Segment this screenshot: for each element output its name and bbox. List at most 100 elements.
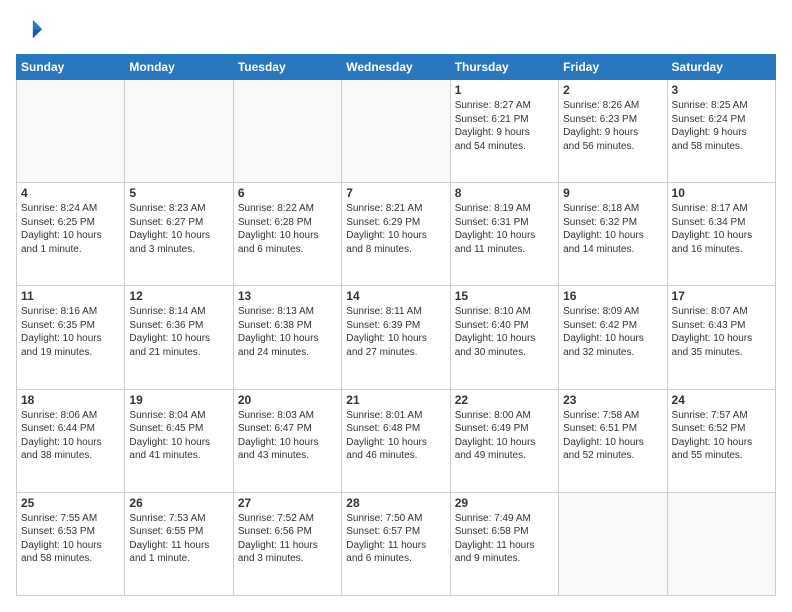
week-row-1: 4 Sunrise: 8:24 AM Sunset: 6:25 PM Daylig… — [17, 183, 776, 286]
day-cell: 2Sunrise: 8:26 AM Sunset: 6:23 PM Daylig… — [559, 80, 667, 183]
day-info: Sunrise: 8:19 AM Sunset: 6:31 PM Dayligh… — [455, 202, 554, 256]
day-info: Sunrise: 8:22 AM Sunset: 6:28 PM Dayligh… — [238, 202, 337, 256]
day-cell: 26 Sunrise: 7:53 AM Sunset: 6:55 PM Dayli… — [125, 492, 233, 595]
day-number: 23 — [563, 393, 662, 407]
day-cell — [559, 492, 667, 595]
day-cell: 12 Sunrise: 8:14 AM Sunset: 6:36 PM Dayli… — [125, 286, 233, 389]
day-cell: 21 Sunrise: 8:01 AM Sunset: 6:48 PM Dayli… — [342, 389, 450, 492]
day-cell: 15 Sunrise: 8:10 AM Sunset: 6:40 PM Dayli… — [450, 286, 558, 389]
day-number: 20 — [238, 393, 337, 407]
day-number: 24 — [672, 393, 771, 407]
day-info: Sunrise: 8:24 AM Sunset: 6:25 PM Dayligh… — [21, 202, 120, 256]
day-number: 27 — [238, 496, 337, 510]
day-cell — [342, 80, 450, 183]
calendar-table: SundayMondayTuesdayWednesdayThursdayFrid… — [16, 54, 776, 596]
day-info: Sunrise: 8:11 AM Sunset: 6:39 PM Dayligh… — [346, 305, 445, 359]
day-cell: 13 Sunrise: 8:13 AM Sunset: 6:38 PM Dayli… — [233, 286, 341, 389]
day-cell: 16 Sunrise: 8:09 AM Sunset: 6:42 PM Dayli… — [559, 286, 667, 389]
day-cell: 18Sunrise: 8:06 AM Sunset: 6:44 PM Dayli… — [17, 389, 125, 492]
day-cell: 19 Sunrise: 8:04 AM Sunset: 6:45 PM Dayli… — [125, 389, 233, 492]
day-info: Sunrise: 7:49 AM Sunset: 6:58 PM Dayligh… — [455, 512, 554, 566]
day-info: Sunrise: 8:14 AM Sunset: 6:36 PM Dayligh… — [129, 305, 228, 359]
day-header-thursday: Thursday — [450, 55, 558, 80]
week-row-0: 1 Sunrise: 8:27 AM Sunset: 6:21 PM Daylig… — [17, 80, 776, 183]
week-row-2: 11Sunrise: 8:16 AM Sunset: 6:35 PM Dayli… — [17, 286, 776, 389]
day-number: 21 — [346, 393, 445, 407]
day-cell: 24 Sunrise: 7:57 AM Sunset: 6:52 PM Dayli… — [667, 389, 775, 492]
header-row: SundayMondayTuesdayWednesdayThursdayFrid… — [17, 55, 776, 80]
day-info: Sunrise: 7:57 AM Sunset: 6:52 PM Dayligh… — [672, 409, 771, 463]
day-number: 16 — [563, 289, 662, 303]
logo — [16, 16, 48, 44]
day-cell: 8 Sunrise: 8:19 AM Sunset: 6:31 PM Daylig… — [450, 183, 558, 286]
day-cell: 14 Sunrise: 8:11 AM Sunset: 6:39 PM Dayli… — [342, 286, 450, 389]
day-info: Sunrise: 8:27 AM Sunset: 6:21 PM Dayligh… — [455, 99, 554, 153]
calendar-header: SundayMondayTuesdayWednesdayThursdayFrid… — [17, 55, 776, 80]
day-cell: 23 Sunrise: 7:58 AM Sunset: 6:51 PM Dayli… — [559, 389, 667, 492]
day-cell: 3Sunrise: 8:25 AM Sunset: 6:24 PM Daylig… — [667, 80, 775, 183]
day-info: Sunrise: 7:52 AM Sunset: 6:56 PM Dayligh… — [238, 512, 337, 566]
week-row-4: 25 Sunrise: 7:55 AM Sunset: 6:53 PM Dayli… — [17, 492, 776, 595]
day-header-tuesday: Tuesday — [233, 55, 341, 80]
day-info: Sunrise: 8:07 AM Sunset: 6:43 PM Dayligh… — [672, 305, 771, 359]
day-cell: 22Sunrise: 8:00 AM Sunset: 6:49 PM Dayli… — [450, 389, 558, 492]
day-number: 12 — [129, 289, 228, 303]
day-cell: 17 Sunrise: 8:07 AM Sunset: 6:43 PM Dayli… — [667, 286, 775, 389]
day-number: 9 — [563, 186, 662, 200]
day-header-saturday: Saturday — [667, 55, 775, 80]
day-cell: 11Sunrise: 8:16 AM Sunset: 6:35 PM Dayli… — [17, 286, 125, 389]
day-cell — [125, 80, 233, 183]
day-number: 1 — [455, 83, 554, 97]
day-header-sunday: Sunday — [17, 55, 125, 80]
day-info: Sunrise: 8:09 AM Sunset: 6:42 PM Dayligh… — [563, 305, 662, 359]
day-cell: 25 Sunrise: 7:55 AM Sunset: 6:53 PM Dayli… — [17, 492, 125, 595]
calendar-body: 1 Sunrise: 8:27 AM Sunset: 6:21 PM Daylig… — [17, 80, 776, 596]
day-info: Sunrise: 7:53 AM Sunset: 6:55 PM Dayligh… — [129, 512, 228, 566]
day-info: Sunrise: 8:00 AM Sunset: 6:49 PM Dayligh… — [455, 409, 554, 463]
day-cell: 1 Sunrise: 8:27 AM Sunset: 6:21 PM Daylig… — [450, 80, 558, 183]
page: SundayMondayTuesdayWednesdayThursdayFrid… — [0, 0, 792, 612]
day-info: Sunrise: 7:58 AM Sunset: 6:51 PM Dayligh… — [563, 409, 662, 463]
day-header-friday: Friday — [559, 55, 667, 80]
day-cell — [233, 80, 341, 183]
day-number: 25 — [21, 496, 120, 510]
day-number: 3 — [672, 83, 771, 97]
day-info: Sunrise: 8:01 AM Sunset: 6:48 PM Dayligh… — [346, 409, 445, 463]
day-number: 4 — [21, 186, 120, 200]
day-info: Sunrise: 8:10 AM Sunset: 6:40 PM Dayligh… — [455, 305, 554, 359]
day-number: 19 — [129, 393, 228, 407]
day-info: Sunrise: 8:06 AM Sunset: 6:44 PM Dayligh… — [21, 409, 120, 463]
day-number: 28 — [346, 496, 445, 510]
day-number: 14 — [346, 289, 445, 303]
day-number: 7 — [346, 186, 445, 200]
day-info: Sunrise: 8:03 AM Sunset: 6:47 PM Dayligh… — [238, 409, 337, 463]
day-cell: 9 Sunrise: 8:18 AM Sunset: 6:32 PM Daylig… — [559, 183, 667, 286]
day-cell: 27 Sunrise: 7:52 AM Sunset: 6:56 PM Dayli… — [233, 492, 341, 595]
day-number: 26 — [129, 496, 228, 510]
logo-icon — [16, 16, 44, 44]
day-cell: 28 Sunrise: 7:50 AM Sunset: 6:57 PM Dayli… — [342, 492, 450, 595]
day-cell: 20 Sunrise: 8:03 AM Sunset: 6:47 PM Dayli… — [233, 389, 341, 492]
day-number: 2 — [563, 83, 662, 97]
day-info: Sunrise: 7:50 AM Sunset: 6:57 PM Dayligh… — [346, 512, 445, 566]
day-number: 11 — [21, 289, 120, 303]
day-info: Sunrise: 7:55 AM Sunset: 6:53 PM Dayligh… — [21, 512, 120, 566]
day-number: 15 — [455, 289, 554, 303]
day-info: Sunrise: 8:13 AM Sunset: 6:38 PM Dayligh… — [238, 305, 337, 359]
day-info: Sunrise: 8:18 AM Sunset: 6:32 PM Dayligh… — [563, 202, 662, 256]
day-info: Sunrise: 8:21 AM Sunset: 6:29 PM Dayligh… — [346, 202, 445, 256]
day-cell: 5Sunrise: 8:23 AM Sunset: 6:27 PM Daylig… — [125, 183, 233, 286]
day-cell: 29 Sunrise: 7:49 AM Sunset: 6:58 PM Dayli… — [450, 492, 558, 595]
day-number: 8 — [455, 186, 554, 200]
day-number: 13 — [238, 289, 337, 303]
day-cell: 10Sunrise: 8:17 AM Sunset: 6:34 PM Dayli… — [667, 183, 775, 286]
day-cell: 4 Sunrise: 8:24 AM Sunset: 6:25 PM Daylig… — [17, 183, 125, 286]
day-cell: 6Sunrise: 8:22 AM Sunset: 6:28 PM Daylig… — [233, 183, 341, 286]
day-header-monday: Monday — [125, 55, 233, 80]
header — [16, 16, 776, 44]
day-number: 29 — [455, 496, 554, 510]
day-cell: 7 Sunrise: 8:21 AM Sunset: 6:29 PM Daylig… — [342, 183, 450, 286]
day-info: Sunrise: 8:04 AM Sunset: 6:45 PM Dayligh… — [129, 409, 228, 463]
day-number: 17 — [672, 289, 771, 303]
day-cell — [667, 492, 775, 595]
